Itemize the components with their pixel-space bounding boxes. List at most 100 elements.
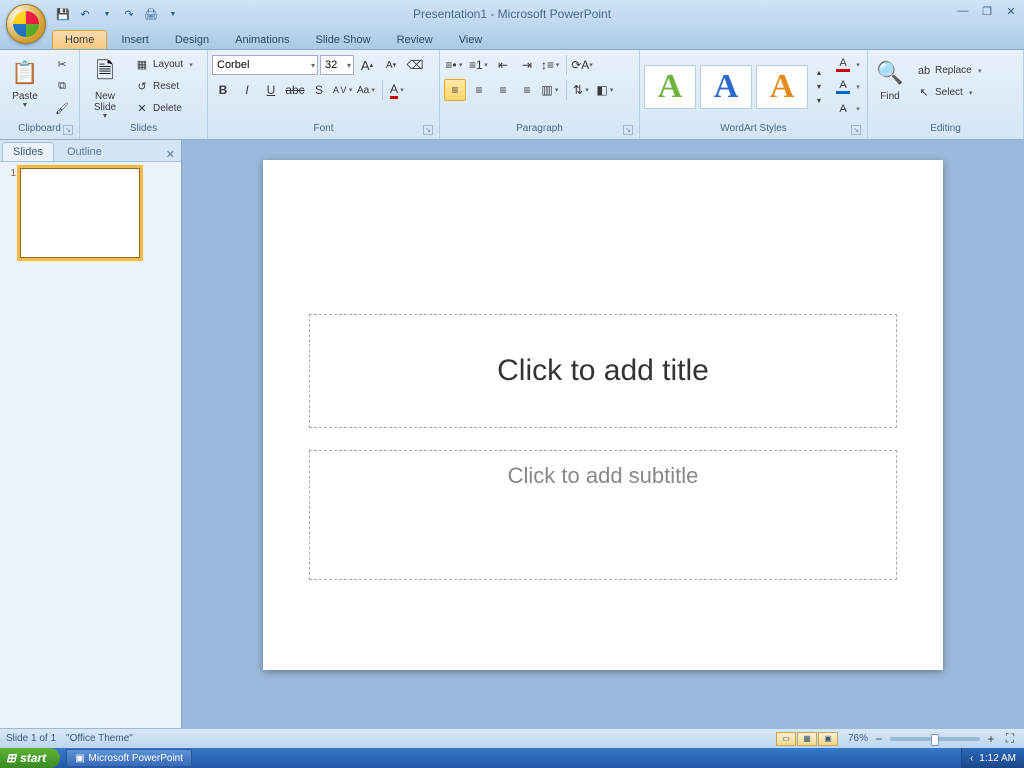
office-button[interactable] bbox=[6, 4, 46, 44]
wordart-style-1[interactable]: A bbox=[644, 65, 696, 109]
close-button[interactable]: ✕ bbox=[1002, 4, 1020, 18]
text-direction-button[interactable]: ⟳A▾ bbox=[571, 54, 593, 76]
justify-button[interactable]: ≡ bbox=[516, 79, 538, 101]
slideshow-view-button[interactable]: ▣ bbox=[818, 732, 838, 746]
format-painter-button[interactable]: 🖌 bbox=[49, 98, 75, 119]
font-name-combo[interactable]: Corbel bbox=[212, 55, 318, 75]
text-fill-button[interactable]: A▾ bbox=[830, 54, 868, 75]
tab-view[interactable]: View bbox=[447, 31, 495, 49]
clock: 1:12 AM bbox=[979, 753, 1016, 764]
align-left-button[interactable]: ≡ bbox=[444, 79, 466, 101]
align-right-button[interactable]: ≡ bbox=[492, 79, 514, 101]
new-slide-button[interactable]: 🗎 New Slide ▼ bbox=[84, 54, 126, 120]
delete-button[interactable]: ✕Delete bbox=[129, 98, 201, 119]
system-tray[interactable]: ‹ 1:12 AM bbox=[961, 748, 1024, 768]
slide-canvas[interactable]: Click to add title Click to add subtitle bbox=[263, 160, 943, 670]
decrease-indent-button[interactable]: ⇤ bbox=[492, 54, 514, 76]
text-direction-icon: ⟳A bbox=[571, 58, 589, 72]
italic-button[interactable]: I bbox=[236, 79, 258, 101]
title-placeholder[interactable]: Click to add title bbox=[309, 314, 897, 428]
dialog-launcher-icon[interactable]: ↘ bbox=[851, 125, 861, 135]
close-panel-icon[interactable]: ✕ bbox=[166, 148, 175, 161]
text-effects-button[interactable]: A▾ bbox=[830, 98, 868, 119]
replace-button[interactable]: abReplace▾ bbox=[911, 60, 990, 81]
quick-print-icon[interactable]: 🖨 bbox=[142, 5, 160, 23]
fit-window-button[interactable]: ⛶ bbox=[1002, 732, 1018, 746]
redo-icon[interactable]: ↷ bbox=[120, 5, 138, 23]
grow-font-button[interactable]: A▴ bbox=[356, 54, 378, 76]
group-label: Editing bbox=[930, 123, 961, 134]
normal-view-button[interactable]: ▭ bbox=[776, 732, 796, 746]
undo-icon[interactable]: ↶ bbox=[76, 5, 94, 23]
strike-button[interactable]: abc bbox=[284, 79, 306, 101]
zoom-slider[interactable] bbox=[890, 737, 980, 741]
tab-review[interactable]: Review bbox=[385, 31, 445, 49]
zoom-in-button[interactable]: + bbox=[984, 732, 998, 746]
font-color-button[interactable]: A▾ bbox=[387, 79, 409, 101]
paste-button[interactable]: 📋 Paste ▼ bbox=[4, 54, 46, 120]
taskbar-app-powerpoint[interactable]: ▣ Microsoft PowerPoint bbox=[66, 749, 192, 767]
slide-editor[interactable]: Click to add title Click to add subtitle bbox=[182, 140, 1024, 728]
group-label: Paragraph bbox=[516, 123, 563, 134]
numbering-button[interactable]: ≡1▾ bbox=[468, 54, 490, 76]
gallery-more-button[interactable]: ▾ bbox=[812, 94, 826, 108]
subtitle-placeholder[interactable]: Click to add subtitle bbox=[309, 450, 897, 580]
tab-slideshow[interactable]: Slide Show bbox=[304, 31, 383, 49]
find-button[interactable]: 🔍 Find bbox=[872, 54, 908, 120]
sorter-view-button[interactable]: ▦ bbox=[797, 732, 817, 746]
tab-outline[interactable]: Outline bbox=[56, 142, 113, 161]
zoom-level[interactable]: 76% bbox=[848, 733, 868, 744]
select-button[interactable]: ↖Select▾ bbox=[911, 82, 990, 103]
dialog-launcher-icon[interactable]: ↘ bbox=[63, 125, 73, 135]
slide-thumbnail[interactable]: 1 bbox=[6, 168, 175, 258]
tray-expand-icon[interactable]: ‹ bbox=[970, 753, 973, 764]
align-text-button[interactable]: ⇅▾ bbox=[571, 79, 593, 101]
reset-button[interactable]: ↺Reset bbox=[129, 76, 201, 97]
slides-panel: Slides Outline ✕ 1 bbox=[0, 140, 182, 728]
title-bar: 💾 ↶ ▼ ↷ 🖨 ▼ Presentation1 - Microsoft Po… bbox=[0, 0, 1024, 28]
slide-preview bbox=[20, 168, 140, 258]
layout-button[interactable]: ▦Layout▾ bbox=[129, 54, 201, 75]
reset-icon: ↺ bbox=[135, 80, 149, 94]
shadow-button[interactable]: S bbox=[308, 79, 330, 101]
clear-formatting-button[interactable]: ⌫ bbox=[404, 54, 426, 76]
bullets-button[interactable]: ≡•▾ bbox=[444, 54, 466, 76]
text-outline-button[interactable]: A▾ bbox=[830, 76, 868, 97]
line-spacing-button[interactable]: ↕≡▾ bbox=[540, 54, 562, 76]
font-size-combo[interactable]: 32 bbox=[320, 55, 354, 75]
dialog-launcher-icon[interactable]: ↘ bbox=[623, 125, 633, 135]
char-spacing-button[interactable]: AV▾ bbox=[332, 79, 354, 101]
replace-icon: ab bbox=[917, 64, 931, 78]
dialog-launcher-icon[interactable]: ↘ bbox=[423, 125, 433, 135]
tab-animations[interactable]: Animations bbox=[223, 31, 301, 49]
copy-button[interactable]: ⧉ bbox=[49, 76, 75, 97]
cut-button[interactable]: ✂ bbox=[49, 54, 75, 75]
binoculars-icon: 🔍 bbox=[874, 57, 906, 89]
gallery-up-button[interactable]: ▴ bbox=[812, 66, 826, 80]
undo-dropdown-icon[interactable]: ▼ bbox=[98, 5, 116, 23]
save-icon[interactable]: 💾 bbox=[54, 5, 72, 23]
start-button[interactable]: ⊞ start bbox=[0, 748, 60, 768]
convert-smartart-button[interactable]: ◧▾ bbox=[595, 79, 617, 101]
underline-button[interactable]: U bbox=[260, 79, 282, 101]
gallery-down-button[interactable]: ▾ bbox=[812, 80, 826, 94]
tab-home[interactable]: Home bbox=[52, 30, 107, 49]
align-center-button[interactable]: ≡ bbox=[468, 79, 490, 101]
zoom-out-button[interactable]: − bbox=[872, 732, 886, 746]
strike-icon: abc bbox=[285, 83, 304, 97]
theme-name: "Office Theme" bbox=[66, 733, 133, 744]
wordart-style-2[interactable]: A bbox=[700, 65, 752, 109]
restore-button[interactable]: ❐ bbox=[978, 4, 996, 18]
tab-slides[interactable]: Slides bbox=[2, 142, 54, 161]
shrink-font-button[interactable]: A▾ bbox=[380, 54, 402, 76]
tab-design[interactable]: Design bbox=[163, 31, 221, 49]
more-icon: ▾ bbox=[817, 96, 821, 105]
bold-button[interactable]: B bbox=[212, 79, 234, 101]
qat-dropdown-icon[interactable]: ▼ bbox=[164, 5, 182, 23]
columns-button[interactable]: ▥▾ bbox=[540, 79, 562, 101]
change-case-button[interactable]: Aa▾ bbox=[356, 79, 378, 101]
wordart-style-3[interactable]: A bbox=[756, 65, 808, 109]
tab-insert[interactable]: Insert bbox=[109, 31, 161, 49]
increase-indent-button[interactable]: ⇥ bbox=[516, 54, 538, 76]
minimize-button[interactable]: — bbox=[954, 4, 972, 18]
